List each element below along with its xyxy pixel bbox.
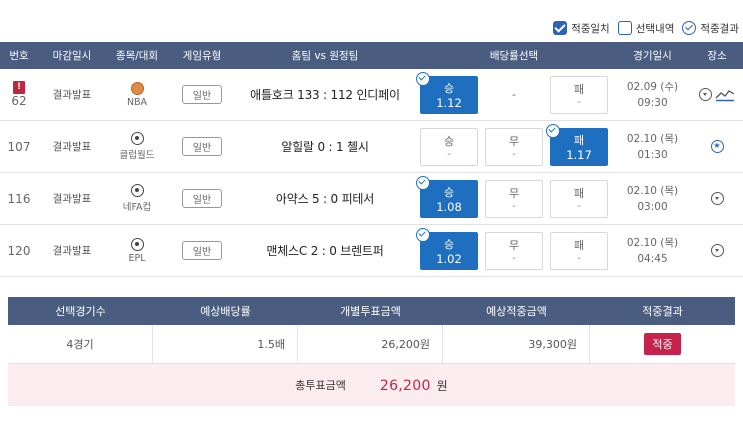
checkbox-checked-icon[interactable] xyxy=(553,21,568,35)
total-unit: 원 xyxy=(436,378,448,393)
odds-draw-button[interactable]: 무 - xyxy=(485,179,543,218)
summary-header-games: 선택경기수 xyxy=(55,305,106,318)
legend-match[interactable]: 적중일치 xyxy=(553,21,610,36)
summary-header-expected: 예상적중금액 xyxy=(486,305,547,318)
game-type-badge: 일반 xyxy=(181,137,223,156)
win-badge: 적중 xyxy=(644,333,681,355)
bet-table-header: 번호 마감일시 종목/대회 게임유형 홈팀 vs 원정팀 배당률선택 경기일시 … xyxy=(0,42,743,69)
trend-chart-icon[interactable] xyxy=(715,88,735,102)
row-time: 04:45 xyxy=(637,252,668,265)
odds-win-button[interactable]: 승 - xyxy=(420,127,478,166)
row-match: 알힐랄 0 : 1 첼시 xyxy=(281,140,369,154)
summary-games: 4경기 xyxy=(8,325,153,363)
total-bar: 총투표금액 26,200 원 xyxy=(8,364,735,406)
row-time: 09:30 xyxy=(637,96,668,109)
total-label: 총투표금액 xyxy=(295,379,346,392)
odds-lose-button[interactable]: 패 1.17 xyxy=(546,123,608,166)
header-deadline: 마감일시 xyxy=(52,50,92,62)
location-pin-icon[interactable] xyxy=(710,192,724,205)
header-game-type: 게임유형 xyxy=(182,50,222,62)
table-row: ! 62 결과발표 NBA 일반 애틀호크 133 : 112 인디페이 승 1… xyxy=(0,69,743,121)
odds-win-button[interactable]: 승 1.02 xyxy=(416,227,478,270)
circle-check-icon[interactable] xyxy=(682,21,697,35)
header-match: 홈팀 vs 원정팀 xyxy=(291,50,359,62)
alert-icon: ! xyxy=(13,81,25,94)
legend-result-label: 적중결과 xyxy=(700,22,739,35)
summary-table: 선택경기수 예상배당률 개별투표금액 예상적중금액 적중결과 4경기 1.5배 … xyxy=(8,297,735,406)
game-type-badge: 일반 xyxy=(181,189,223,208)
soccer-ball-icon xyxy=(130,132,144,145)
star-location-icon[interactable]: ★ xyxy=(710,140,724,153)
row-match: 애틀호크 133 : 112 인디페이 xyxy=(250,88,400,102)
legend-selection[interactable]: 선택내역 xyxy=(617,21,675,36)
legend-match-label: 적중일치 xyxy=(571,22,610,35)
row-deadline: 결과발표 xyxy=(52,193,92,205)
row-league: 네FA컵 xyxy=(122,202,152,213)
row-match: 맨체스C 2 : 0 브렌트퍼 xyxy=(266,244,384,258)
game-type-badge: 일반 xyxy=(181,241,223,260)
odds-draw-button[interactable]: 무 - xyxy=(485,127,543,166)
table-row: 107 결과발표 클럽월드 일반 알힐랄 0 : 1 첼시 승 - 무 - 패 xyxy=(0,121,743,173)
total-amount: 26,200 xyxy=(379,377,431,394)
row-date: 02.10 (목) xyxy=(626,236,679,249)
checkbox-empty-icon[interactable] xyxy=(617,21,632,35)
odds-win-button[interactable]: 승 1.08 xyxy=(416,175,478,218)
row-number: 62 xyxy=(11,94,27,108)
soccer-ball-icon xyxy=(130,237,144,251)
summary-header: 선택경기수 예상배당률 개별투표금액 예상적중금액 적중결과 xyxy=(8,297,735,325)
legend-result[interactable]: 적중결과 xyxy=(682,21,739,36)
header-sport: 종목/대회 xyxy=(115,50,159,62)
legend: 적중일치 선택내역 적중결과 xyxy=(553,18,743,38)
legend-selection-label: 선택내역 xyxy=(635,22,675,35)
row-time: 03:00 xyxy=(637,200,668,213)
row-match: 아약스 5 : 0 피테서 xyxy=(275,192,375,206)
bet-table: 번호 마감일시 종목/대회 게임유형 홈팀 vs 원정팀 배당률선택 경기일시 … xyxy=(0,42,743,277)
row-date: 02.10 (목) xyxy=(626,132,679,145)
odds-lose-button[interactable]: 패 - xyxy=(550,75,608,114)
game-type-badge: 일반 xyxy=(181,85,223,104)
row-number: 120 xyxy=(7,243,31,258)
header-place: 장소 xyxy=(707,50,727,62)
summary-header-bet: 개별투표금액 xyxy=(340,305,401,318)
summary-row: 4경기 1.5배 26,200원 39,300원 적중 xyxy=(8,325,735,364)
location-pin-icon[interactable] xyxy=(710,244,724,257)
summary-bet: 26,200원 xyxy=(298,325,443,363)
row-league: 클럽월드 xyxy=(119,150,155,161)
summary-expected: 39,300원 xyxy=(443,325,590,363)
odds-draw-button: - xyxy=(512,88,516,101)
basketball-icon xyxy=(130,81,144,95)
odds-lose-button[interactable]: 패 - xyxy=(550,231,608,270)
location-pin-icon[interactable] xyxy=(699,88,712,101)
odds-draw-button[interactable]: 무 - xyxy=(485,231,543,270)
header-no: 번호 xyxy=(9,50,29,62)
summary-odds: 1.5배 xyxy=(153,325,298,363)
row-deadline: 결과발표 xyxy=(52,245,92,257)
row-deadline: 결과발표 xyxy=(52,141,92,153)
header-date: 경기일시 xyxy=(633,50,672,62)
summary-header-result: 적중결과 xyxy=(642,305,683,318)
row-time: 01:30 xyxy=(637,148,668,161)
odds-lose-button[interactable]: 패 - xyxy=(550,179,608,218)
row-number: 116 xyxy=(7,191,31,206)
row-date: 02.09 (수) xyxy=(626,80,679,93)
soccer-ball-icon xyxy=(130,184,144,197)
table-row: 120 결과발표 EPL 일반 맨체스C 2 : 0 브렌트퍼 승 1.02 무… xyxy=(0,225,743,277)
row-number: 107 xyxy=(7,139,31,154)
row-league: NBA xyxy=(126,96,148,108)
row-deadline: 결과발표 xyxy=(52,89,92,101)
summary-header-odds: 예상배당률 xyxy=(200,305,251,318)
header-odds: 배당률선택 xyxy=(489,50,539,62)
row-league: EPL xyxy=(128,252,146,264)
table-row: 116 결과발표 네FA컵 일반 아약스 5 : 0 피테서 승 1.08 무 … xyxy=(0,173,743,225)
odds-win-button[interactable]: 승 1.12 xyxy=(416,71,478,114)
row-date: 02.10 (목) xyxy=(626,184,679,197)
